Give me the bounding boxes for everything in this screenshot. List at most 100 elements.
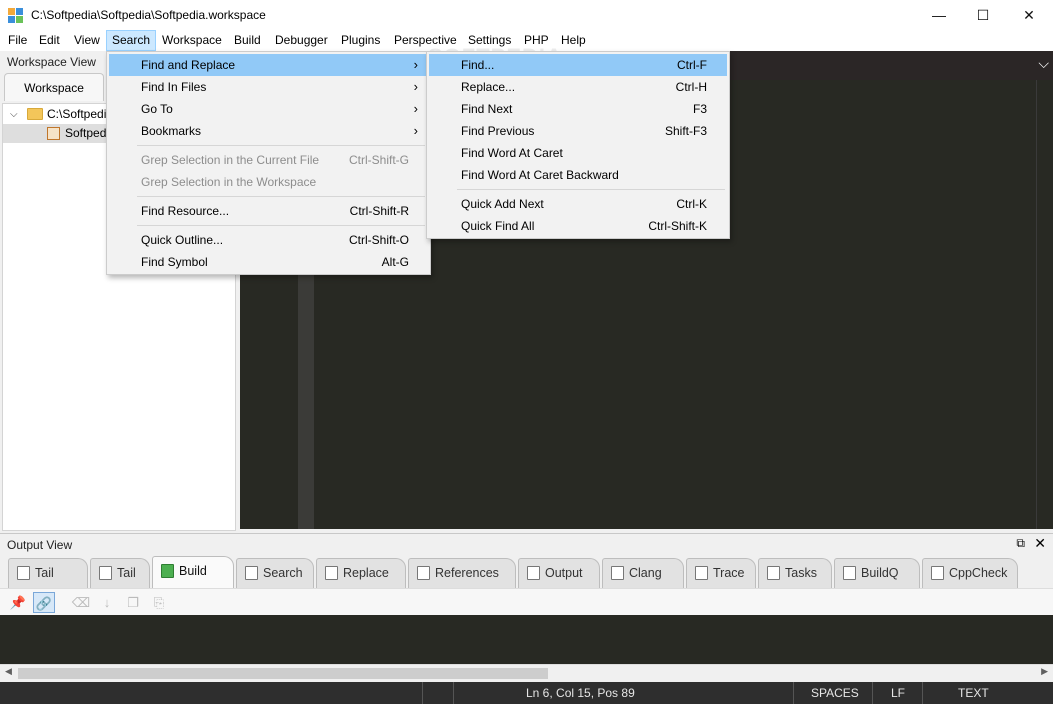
trace-icon xyxy=(695,566,708,580)
output-text-area[interactable] xyxy=(0,615,1053,664)
menu-item-replace[interactable]: Replace... Ctrl-H xyxy=(429,76,727,98)
menu-item-find-word-at-caret[interactable]: Find Word At Caret xyxy=(429,142,727,164)
pin-icon[interactable]: 📌 xyxy=(7,592,29,613)
scrollbar-thumb[interactable] xyxy=(18,668,548,679)
tab-buildq[interactable]: BuildQ xyxy=(834,558,920,588)
menu-item-find-next[interactable]: Find Next F3 xyxy=(429,98,727,120)
tab-clang[interactable]: Clang xyxy=(602,558,684,588)
menu-edit[interactable]: Edit xyxy=(33,30,66,51)
menu-item-shortcut: Ctrl-Shift-K xyxy=(648,219,707,233)
tail-icon xyxy=(99,566,112,580)
menu-item-quick-find-all[interactable]: Quick Find All Ctrl-Shift-K xyxy=(429,215,727,237)
status-indent[interactable]: SPACES xyxy=(811,686,859,700)
file-icon xyxy=(47,127,60,140)
status-eol[interactable]: LF xyxy=(891,686,905,700)
menu-file[interactable]: File xyxy=(2,30,33,51)
menu-item-find[interactable]: Find... Ctrl-F xyxy=(429,54,727,76)
tab-tail[interactable]: Tail xyxy=(90,558,150,588)
tab-replace[interactable]: Replace xyxy=(316,558,406,588)
close-icon[interactable]: ✕ xyxy=(1034,535,1046,552)
menu-item-go-to[interactable]: Go To › xyxy=(109,98,428,120)
references-icon xyxy=(417,566,430,580)
menu-item-quick-outline[interactable]: Quick Outline... Ctrl-Shift-O xyxy=(109,229,428,251)
menu-item-label: Find... xyxy=(461,58,495,72)
chevron-right-icon: › xyxy=(413,79,418,94)
tab-workspace[interactable]: Workspace xyxy=(4,73,104,101)
cppcheck-icon xyxy=(931,566,944,580)
close-button[interactable]: ✕ xyxy=(1006,0,1052,30)
tab-label: CppCheck xyxy=(949,566,1008,580)
tab-tasks[interactable]: Tasks xyxy=(758,558,832,588)
clear-icon[interactable]: ⌫ xyxy=(70,592,92,613)
menu-workspace[interactable]: Workspace xyxy=(156,30,228,51)
tab-search[interactable]: Search xyxy=(236,558,314,588)
menu-item-shortcut: Alt-G xyxy=(381,255,409,269)
menu-debugger[interactable]: Debugger xyxy=(269,30,334,51)
menu-item-shortcut: Ctrl-Shift-R xyxy=(349,204,409,218)
app-logo-icon xyxy=(8,8,24,24)
menu-separator xyxy=(137,145,425,146)
tab-references[interactable]: References xyxy=(408,558,516,588)
menu-item-bookmarks[interactable]: Bookmarks › xyxy=(109,120,428,142)
menu-item-find-and-replace[interactable]: Find and Replace › xyxy=(109,54,428,76)
menu-view[interactable]: View xyxy=(68,30,106,51)
chevron-right-icon: › xyxy=(413,57,418,72)
copy-icon[interactable]: ❐ xyxy=(122,592,144,613)
menu-item-shortcut: Ctrl-K xyxy=(676,197,707,211)
tab-output[interactable]: Output xyxy=(518,558,600,588)
build-icon xyxy=(161,564,174,578)
tab-label: Clang xyxy=(629,566,662,580)
search-menu-dropdown: Find and Replace › Find In Files › Go To › Boo… xyxy=(106,51,431,275)
tab-label: Tasks xyxy=(785,566,817,580)
tab-cppcheck[interactable]: CppCheck xyxy=(922,558,1018,588)
menu-item-label: Quick Find All xyxy=(461,219,535,233)
scroll-right-icon[interactable]: ▶ xyxy=(1041,666,1048,677)
save-icon[interactable]: ↓ xyxy=(96,592,118,613)
window-title: C:\Softpedia\Softpedia\Softpedia.workspa… xyxy=(31,8,266,22)
status-mode[interactable]: TEXT xyxy=(958,686,989,700)
menu-item-find-previous[interactable]: Find Previous Shift-F3 xyxy=(429,120,727,142)
menu-item-find-in-files[interactable]: Find In Files › xyxy=(109,76,428,98)
menu-item-shortcut: Ctrl-F xyxy=(677,58,707,72)
tab-build[interactable]: Build xyxy=(152,556,234,588)
tab-tail[interactable]: Tail xyxy=(8,558,88,588)
menu-separator xyxy=(457,189,725,190)
menu-item-label: Replace... xyxy=(461,80,516,94)
menu-item-quick-add-next[interactable]: Quick Add Next Ctrl-K xyxy=(429,193,727,215)
tree-item-label: Softped xyxy=(65,126,107,140)
menu-item-find-symbol[interactable]: Find Symbol Alt-G xyxy=(109,251,428,273)
horizontal-scrollbar[interactable]: ◀ ▶ xyxy=(0,664,1053,681)
clang-icon xyxy=(611,566,624,580)
menu-build[interactable]: Build xyxy=(228,30,267,51)
menu-search[interactable]: Search xyxy=(106,30,157,51)
tab-label: Search xyxy=(263,566,303,580)
maximize-button[interactable]: ☐ xyxy=(960,0,1006,30)
chevron-down-icon[interactable]: ⌵ xyxy=(10,105,18,124)
status-bar: Ln 6, Col 15, Pos 89 SPACES LF TEXT xyxy=(0,682,1053,704)
link-icon[interactable]: 🔗 xyxy=(33,592,55,613)
scroll-left-icon[interactable]: ◀ xyxy=(5,666,12,677)
output-view-title: Output View xyxy=(7,538,73,552)
menu-separator xyxy=(137,225,425,226)
minimize-button[interactable]: — xyxy=(916,0,962,30)
menu-item-label: Bookmarks xyxy=(141,124,202,138)
menu-plugins[interactable]: Plugins xyxy=(335,30,386,51)
menu-item-shortcut: Ctrl-Shift-O xyxy=(349,233,409,247)
tab-workspace-label: Workspace xyxy=(24,81,84,95)
menu-item-label: Find In Files xyxy=(141,80,207,94)
tab-label: Output xyxy=(545,566,583,580)
tab-label: Build xyxy=(179,564,207,578)
menu-item-find-resource[interactable]: Find Resource... Ctrl-Shift-R xyxy=(109,200,428,222)
tab-trace[interactable]: Trace xyxy=(686,558,756,588)
chevron-down-icon[interactable]: ⌵ xyxy=(1038,55,1049,72)
menu-item-shortcut: F3 xyxy=(692,102,707,116)
tab-label: Trace xyxy=(713,566,745,580)
status-position: Ln 6, Col 15, Pos 89 xyxy=(526,686,635,700)
menu-item-find-word-at-caret-backward[interactable]: Find Word At Caret Backward xyxy=(429,164,727,186)
paste-icon[interactable]: ⎘ xyxy=(148,592,170,613)
chevron-right-icon: › xyxy=(413,101,418,116)
menu-item-grep-selection-in-the-current-file: Grep Selection in the Current File Ctrl-S… xyxy=(109,149,428,171)
restore-icon[interactable]: ⧉ xyxy=(1016,536,1025,551)
tab-label: References xyxy=(435,566,499,580)
find-replace-submenu: Find... Ctrl-F Replace... Ctrl-H Find Next F3… xyxy=(426,51,730,239)
